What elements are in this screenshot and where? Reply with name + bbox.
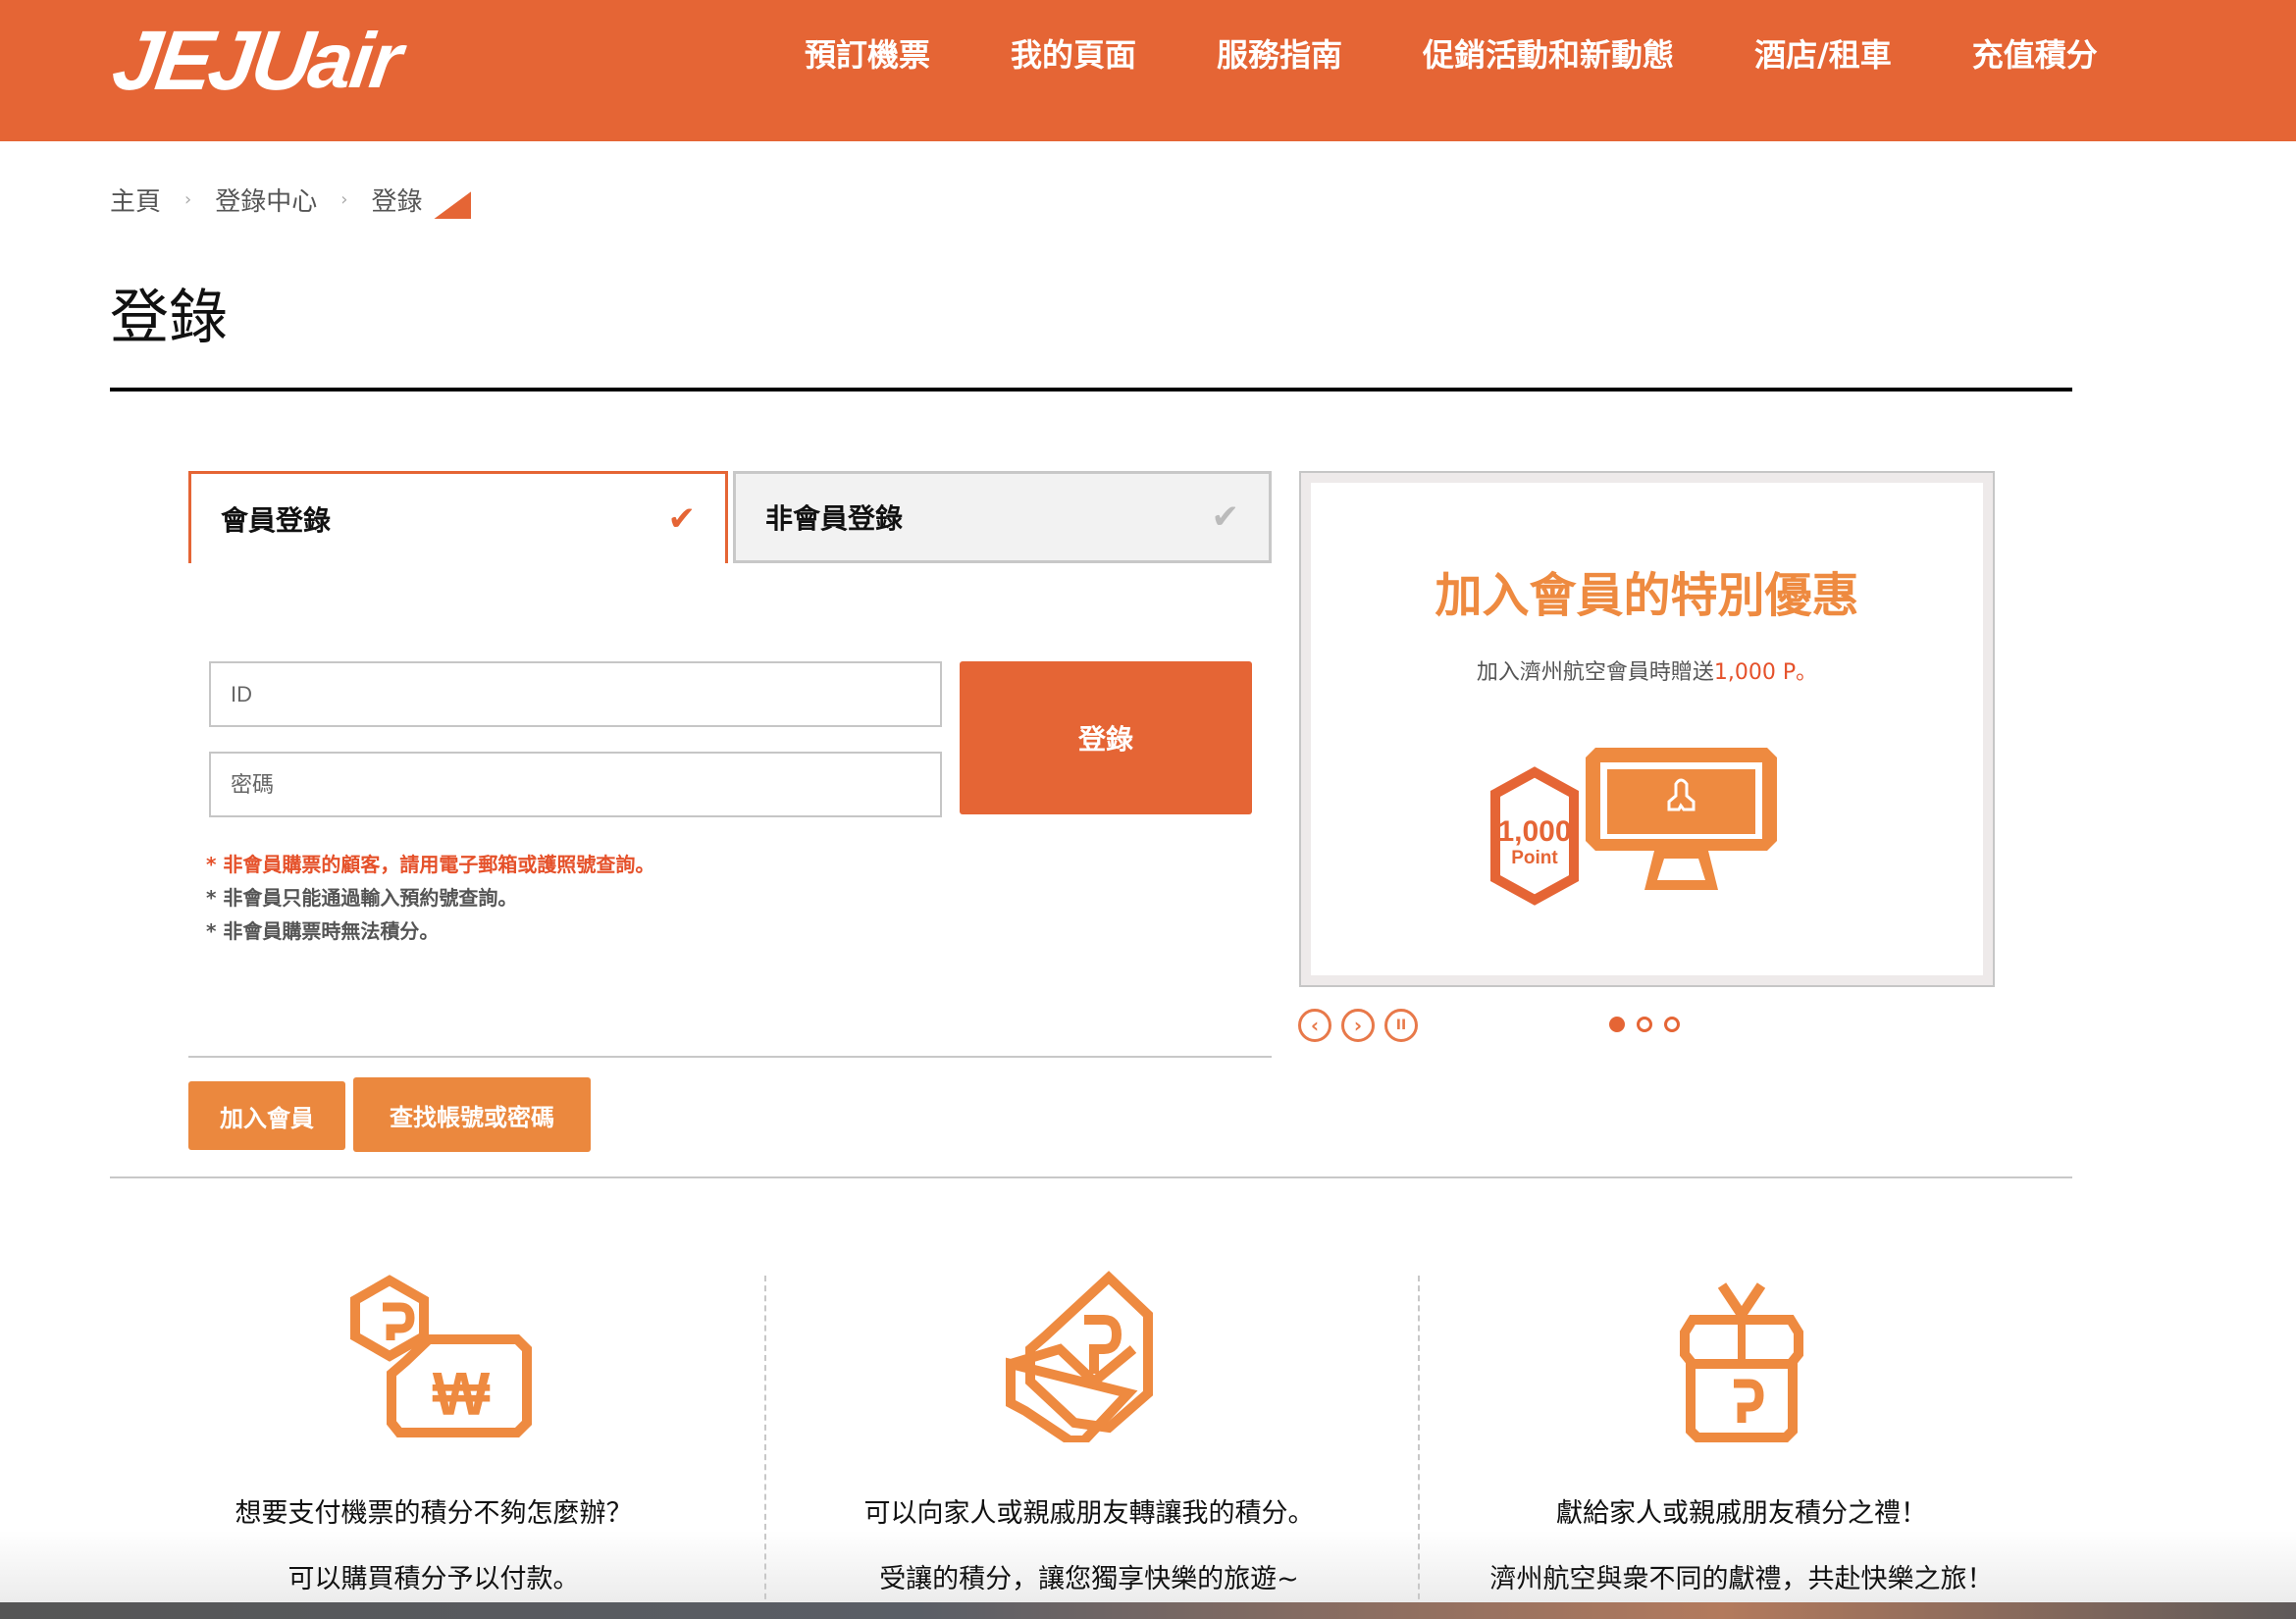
points-to-won-icon: ₩ bbox=[350, 1275, 532, 1437]
page-title: 登錄 bbox=[110, 284, 228, 352]
monitor-icon bbox=[1586, 748, 1777, 890]
breadcrumb: 主頁 › 登錄中心 › 登錄 bbox=[110, 180, 472, 219]
desktop-dock-strip bbox=[0, 1602, 2296, 1619]
feature-title: 獻給家人或親戚朋友積分之禮！ bbox=[1556, 1498, 1927, 1529]
promo-title: 加入會員的特別優惠 bbox=[1435, 568, 1859, 623]
note-item: * 非會員只能通過輸入預約號查詢。 bbox=[206, 886, 518, 910]
badge-amount: 1,000 bbox=[1497, 815, 1571, 848]
feature-desc: 受讓的積分，讓您獨享快樂的旅遊~ bbox=[879, 1564, 1299, 1594]
section-divider bbox=[110, 1176, 2072, 1178]
feature-title: 想要支付機票的積分不夠怎麼辦？ bbox=[235, 1498, 633, 1529]
pause-slide-button[interactable]: II bbox=[1384, 1009, 1418, 1042]
gift-points-icon bbox=[1680, 1282, 1803, 1442]
corner-flag-icon bbox=[434, 191, 472, 219]
feature-transfer-points: 可以向家人或親戚朋友轉讓我的積分。 受讓的積分，讓您獨享快樂的旅遊~ bbox=[765, 1266, 1413, 1595]
nav-charge-points[interactable]: 充值積分 bbox=[1972, 29, 2098, 80]
breadcrumb-home[interactable]: 主頁 bbox=[110, 182, 161, 218]
chevron-right-icon: › bbox=[1353, 1014, 1363, 1037]
chevron-left-icon: ‹ bbox=[1310, 1014, 1320, 1037]
chevron-right-icon: › bbox=[184, 188, 192, 210]
note-item: * 非會員購票的顧客，請用電子郵箱或護照號查詢。 bbox=[206, 853, 655, 876]
nav-promotions[interactable]: 促銷活動和新動態 bbox=[1423, 29, 1674, 80]
promo-subtitle-text: 加入濟州航空會員時贈送 bbox=[1476, 660, 1714, 685]
promo-points-highlight: 1,000 P。 bbox=[1713, 660, 1818, 685]
svg-text:₩: ₩ bbox=[433, 1361, 491, 1429]
next-slide-button[interactable]: › bbox=[1341, 1009, 1375, 1042]
slide-indicators bbox=[1609, 1017, 1692, 1032]
check-icon: ✔ bbox=[667, 498, 697, 539]
nav-book-tickets[interactable]: 預訂機票 bbox=[805, 29, 930, 80]
logo-text-suffix: air bbox=[302, 17, 406, 104]
login-notes: * 非會員購票的顧客，請用電子郵箱或護照號查詢。 * 非會員只能通過輸入預約號查… bbox=[206, 848, 654, 948]
password-input[interactable] bbox=[209, 752, 942, 817]
tab-label: 會員登錄 bbox=[221, 503, 332, 537]
check-icon: ✔ bbox=[1211, 497, 1240, 537]
slide-dot-1[interactable] bbox=[1609, 1017, 1625, 1032]
slide-dot-3[interactable] bbox=[1664, 1017, 1680, 1032]
jejuair-logo[interactable]: JEJU air bbox=[107, 14, 405, 108]
form-divider bbox=[188, 1056, 1272, 1058]
nav-my-page[interactable]: 我的頁面 bbox=[1011, 29, 1136, 80]
title-divider bbox=[110, 388, 2072, 392]
feature-desc: 可以購買積分予以付款。 bbox=[287, 1564, 580, 1594]
feature-desc: 濟州航空與衆不同的獻禮，共赴快樂之旅！ bbox=[1489, 1564, 1994, 1594]
tab-label: 非會員登錄 bbox=[765, 502, 904, 535]
join-member-button[interactable]: 加入會員 bbox=[188, 1081, 345, 1150]
slide-dot-2[interactable] bbox=[1637, 1017, 1652, 1032]
login-button[interactable]: 登錄 bbox=[960, 661, 1252, 814]
hexagon-badge-icon: 1,000 Point bbox=[1490, 766, 1579, 906]
main-nav: 預訂機票 我的頁面 服務指南 促銷活動和新動態 酒店/租車 充值積分 bbox=[805, 29, 2178, 80]
promo-banner[interactable]: 加入會員的特別優惠 加入濟州航空會員時贈送1,000 P。 1,000 Poin… bbox=[1299, 471, 1995, 987]
tab-nonmember-login[interactable]: 非會員登錄 ✔ bbox=[733, 471, 1272, 563]
pause-icon: II bbox=[1395, 1018, 1407, 1033]
breadcrumb-current: 登錄 bbox=[371, 186, 423, 217]
points-monitor-icon: 1,000 Point bbox=[1490, 748, 1777, 906]
badge-unit: Point bbox=[1511, 848, 1558, 868]
nav-service-guide[interactable]: 服務指南 bbox=[1217, 29, 1342, 80]
feature-buy-points: ₩ 想要支付機票的積分不夠怎麼辦？ 可以購買積分予以付款。 bbox=[110, 1266, 757, 1595]
prev-slide-button[interactable]: ‹ bbox=[1298, 1009, 1331, 1042]
feature-title: 可以向家人或親戚朋友轉讓我的積分。 bbox=[863, 1498, 1315, 1529]
promo-slide: 加入會員的特別優惠 加入濟州航空會員時贈送1,000 P。 1,000 Poin… bbox=[1311, 483, 1983, 975]
nav-hotel-car[interactable]: 酒店/租車 bbox=[1754, 29, 1892, 80]
chevron-right-icon: › bbox=[340, 188, 348, 210]
hand-points-icon bbox=[1006, 1271, 1153, 1442]
logo-text-main: JEJU bbox=[107, 13, 316, 108]
promo-subtitle: 加入濟州航空會員時贈送1,000 P。 bbox=[1311, 654, 1983, 686]
slider-controls: ‹ › II bbox=[1298, 1009, 1428, 1042]
tab-member-login[interactable]: 會員登錄 ✔ bbox=[188, 471, 728, 563]
id-input[interactable] bbox=[209, 661, 942, 727]
find-account-button[interactable]: 查找帳號或密碼 bbox=[353, 1077, 591, 1152]
top-header: JEJU air 預訂機票 我的頁面 服務指南 促銷活動和新動態 酒店/租車 充值… bbox=[0, 0, 2296, 141]
note-item: * 非會員購票時無法積分。 bbox=[206, 919, 440, 943]
feature-gift-points: 獻給家人或親戚朋友積分之禮！ 濟州航空與衆不同的獻禮，共赴快樂之旅！ bbox=[1418, 1266, 2065, 1595]
breadcrumb-login-center[interactable]: 登錄中心 bbox=[215, 182, 317, 218]
